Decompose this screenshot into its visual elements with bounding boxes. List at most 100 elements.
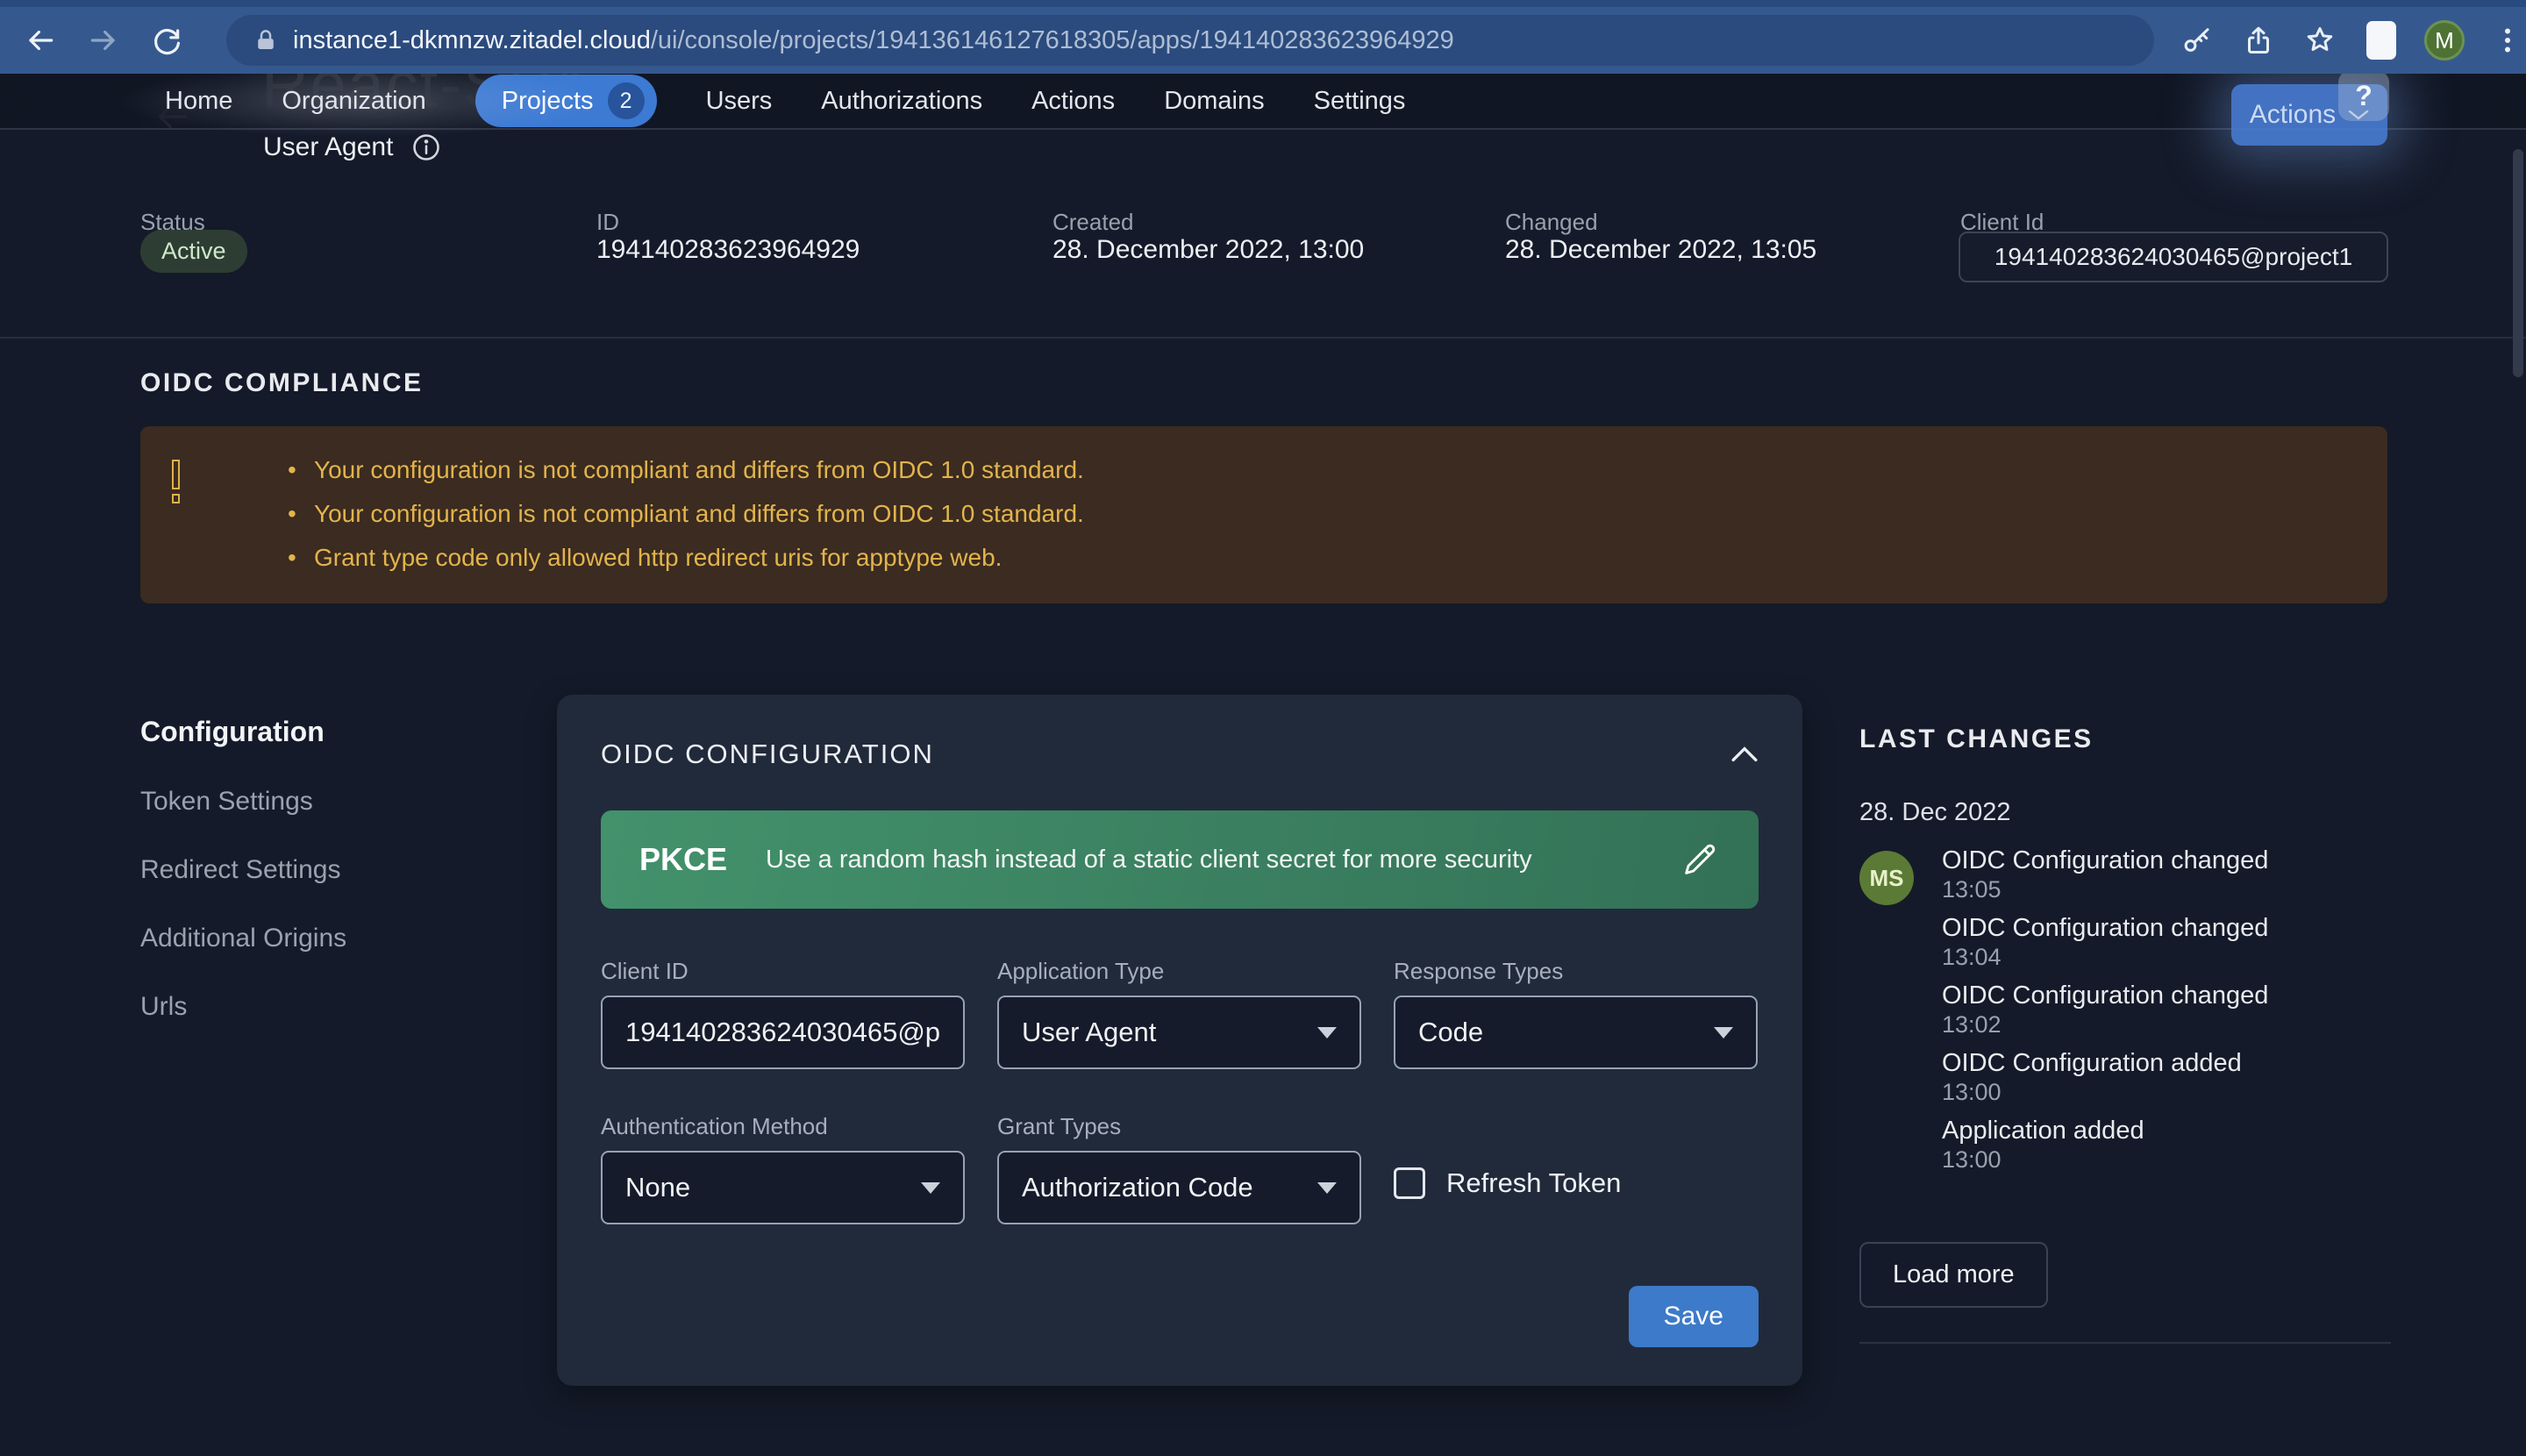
change-event: Application added 13:00 [1942, 1116, 2389, 1174]
bookmark-star-icon[interactable] [2301, 22, 2338, 59]
change-event: OIDC Configuration added 13:00 [1942, 1048, 2389, 1106]
nav-item-settings[interactable]: Settings [1314, 87, 1406, 116]
url-domain: instance1-dkmnzw.zitadel.cloud [293, 26, 651, 55]
change-event-time: 13:00 [1942, 1078, 2389, 1106]
pkce-title: PKCE [639, 841, 727, 878]
help-button[interactable]: ? [2338, 70, 2389, 121]
card-title: OIDC CONFIGURATION [601, 739, 934, 770]
changes-date: 28. Dec 2022 [1859, 798, 2011, 827]
response-types-label: Response Types [1394, 958, 1758, 985]
client-id-field-label: Client ID [601, 958, 965, 985]
select-arrow-icon [1317, 1182, 1337, 1194]
client-id-chip[interactable]: 194140283624030465@project1 [1959, 232, 2388, 282]
nav-item-users[interactable]: Users [706, 87, 773, 116]
compliance-warning: Grant type code only allowed http redire… [288, 542, 1084, 574]
created-label: Created [1052, 209, 1134, 236]
grant-types-select[interactable]: Authorization Code [997, 1151, 1361, 1224]
browser-reload-icon[interactable] [146, 19, 188, 61]
subnav-item-additional-origins[interactable]: Additional Origins [140, 924, 346, 953]
nav-item-domains[interactable]: Domains [1164, 87, 1264, 116]
application-type-label: Application Type [997, 958, 1361, 985]
select-arrow-icon [1317, 1027, 1337, 1038]
auth-method-field-group: Authentication Method None [601, 1113, 965, 1224]
grant-types-label: Grant Types [997, 1113, 1361, 1140]
application-type-field-group: Application Type User Agent [997, 958, 1361, 1069]
id-value: 194140283623964929 [596, 235, 860, 265]
config-subnav: Configuration Token Settings Redirect Se… [140, 716, 346, 1022]
edit-pencil-icon[interactable] [1680, 839, 1720, 880]
changed-label: Changed [1505, 209, 1598, 236]
nav-item-authorizations[interactable]: Authorizations [821, 87, 982, 116]
nav-item-actions[interactable]: Actions [1031, 87, 1115, 116]
nav-item-projects-label: Projects [502, 87, 594, 116]
compliance-warning-box: Your configuration is not compliant and … [140, 426, 2387, 603]
compliance-warning: Your configuration is not compliant and … [288, 454, 1084, 486]
change-event: OIDC Configuration changed 13:02 [1942, 981, 2389, 1038]
refresh-token-checkbox[interactable] [1394, 1167, 1425, 1199]
client-id-input[interactable] [601, 996, 965, 1069]
warning-icon [172, 460, 181, 503]
auth-method-value: None [625, 1172, 690, 1203]
app-type-subtitle: User Agent [263, 132, 393, 162]
actions-dropdown-label: Actions [2250, 100, 2336, 130]
client-id-field-group: Client ID [601, 958, 965, 1069]
subnav-item-urls[interactable]: Urls [140, 992, 346, 1022]
change-event-title: OIDC Configuration changed [1942, 846, 2389, 875]
panel-divider [1859, 1342, 2391, 1344]
id-label: ID [596, 209, 619, 236]
change-event-time: 13:00 [1942, 1146, 2389, 1174]
select-arrow-icon [1714, 1027, 1733, 1038]
browser-tabstrip [0, 0, 2526, 7]
url-path: /ui/console/projects/194136146127618305/… [651, 26, 1454, 55]
auth-method-select[interactable]: None [601, 1151, 965, 1224]
oidc-configuration-card: OIDC CONFIGURATION PKCE Use a random has… [557, 695, 1802, 1386]
refresh-token-label: Refresh Token [1446, 1167, 1621, 1199]
load-more-button[interactable]: Load more [1859, 1242, 2048, 1308]
change-event: OIDC Configuration changed 13:05 [1942, 846, 2389, 903]
change-event-title: OIDC Configuration changed [1942, 913, 2389, 943]
status-badge: Active [140, 230, 247, 273]
projects-count-badge: 2 [608, 82, 645, 119]
collapse-chevron-icon[interactable] [1730, 746, 1759, 762]
auth-method-label: Authentication Method [601, 1113, 965, 1140]
zitadel-console: React-SPA Home Organization Projects 2 U… [0, 0, 2526, 1456]
created-value: 28. December 2022, 13:00 [1052, 235, 1364, 265]
change-event-title: Application added [1942, 1116, 2389, 1146]
nav-item-projects[interactable]: Projects 2 [475, 75, 657, 127]
change-event-title: OIDC Configuration changed [1942, 981, 2389, 1010]
nav-item-home[interactable]: Home [165, 87, 232, 116]
subnav-item-redirect-settings[interactable]: Redirect Settings [140, 855, 346, 885]
browser-chrome: instance1-dkmnzw.zitadel.cloud/ui/consol… [0, 0, 2526, 74]
compliance-warning-list: Your configuration is not compliant and … [288, 454, 1084, 586]
application-type-select[interactable]: User Agent [997, 996, 1361, 1069]
browser-back-icon[interactable] [19, 19, 61, 61]
share-icon[interactable] [2240, 22, 2277, 59]
application-type-value: User Agent [1022, 1017, 1156, 1048]
change-event-title: OIDC Configuration added [1942, 1048, 2389, 1078]
info-icon[interactable] [410, 132, 442, 163]
address-bar[interactable]: instance1-dkmnzw.zitadel.cloud/ui/consol… [226, 15, 2154, 66]
change-event: OIDC Configuration changed 13:04 [1942, 913, 2389, 971]
pkce-banner: PKCE Use a random hash instead of a stat… [601, 810, 1759, 909]
save-button[interactable]: Save [1629, 1286, 1759, 1347]
browser-forward-icon[interactable] [82, 19, 125, 61]
scrollbar-thumb[interactable] [2513, 149, 2523, 377]
change-event-time: 13:04 [1942, 943, 2389, 971]
browser-profile-avatar[interactable]: M [2424, 20, 2465, 61]
main-navbar: Home Organization Projects 2 Users Autho… [0, 74, 2526, 130]
subnav-item-token-settings[interactable]: Token Settings [140, 787, 346, 817]
browser-menu-icon[interactable] [2489, 22, 2526, 59]
nav-item-organization[interactable]: Organization [282, 87, 425, 116]
app-subtitle-row: User Agent [263, 132, 442, 163]
response-types-value: Code [1418, 1017, 1483, 1048]
compliance-section-title: OIDC COMPLIANCE [140, 368, 424, 398]
change-event-time: 13:05 [1942, 875, 2389, 903]
response-types-select[interactable]: Code [1394, 996, 1758, 1069]
response-types-field-group: Response Types Code [1394, 958, 1758, 1069]
grant-types-value: Authorization Code [1022, 1172, 1253, 1203]
changes-timeline: OIDC Configuration changed 13:05 OIDC Co… [1942, 846, 2389, 1183]
last-changes-title: LAST CHANGES [1859, 724, 2094, 754]
side-panel-icon[interactable] [2363, 22, 2400, 59]
subnav-item-configuration[interactable]: Configuration [140, 716, 346, 748]
password-key-icon[interactable] [2179, 22, 2216, 59]
